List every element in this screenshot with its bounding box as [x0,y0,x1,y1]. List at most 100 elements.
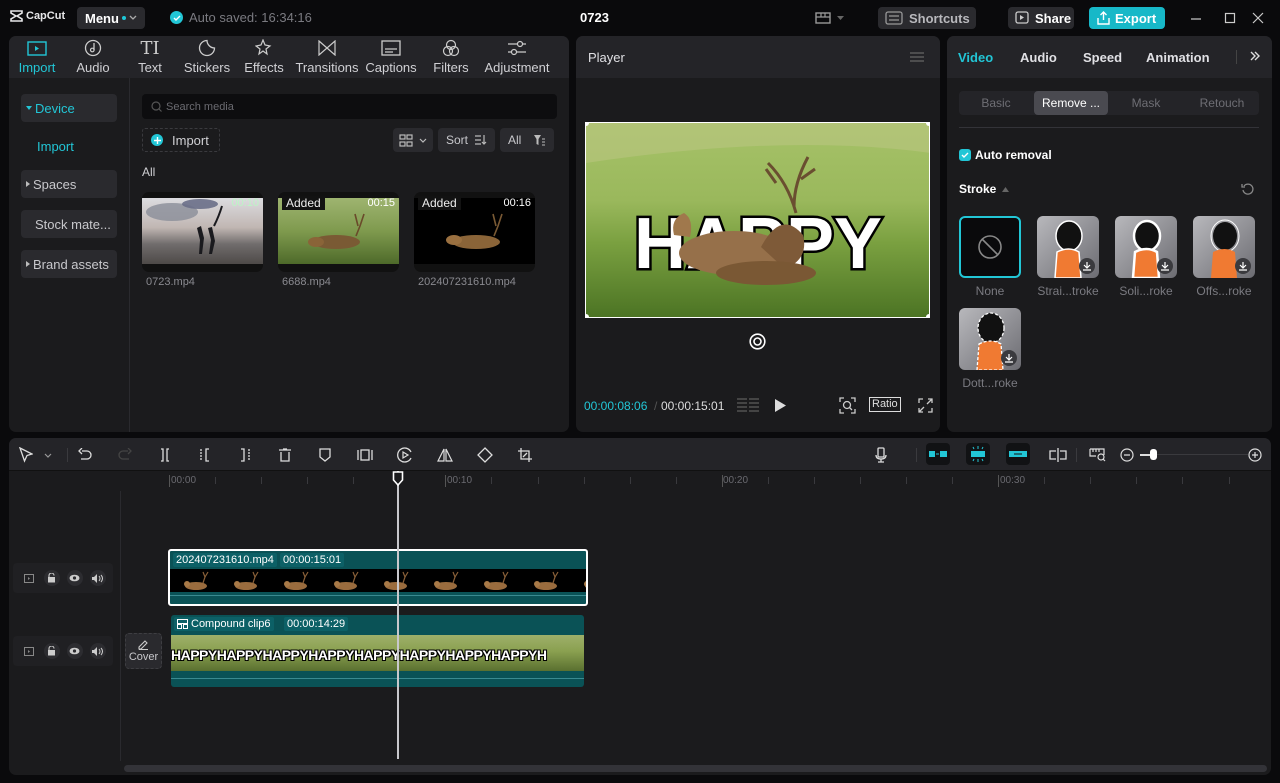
media-item[interactable]: Added 00:16 [414,192,535,272]
close-button[interactable] [1250,10,1266,26]
rotate-clip-icon[interactable] [476,446,494,464]
track-thumbnail-icon[interactable] [21,643,37,659]
hamburger-menu-icon[interactable] [910,52,924,62]
search-media-input[interactable]: Search media [142,94,557,119]
sort-button[interactable]: Sort [438,128,496,152]
video-preview[interactable]: HAPPY [585,122,930,318]
view-mode-button[interactable] [393,128,433,152]
tab-speed[interactable]: Speed [1083,50,1122,65]
tab-text[interactable]: TI Text [121,36,179,76]
undo-icon[interactable] [76,446,94,464]
visibility-eye-icon[interactable] [66,570,83,586]
zoom-in-icon[interactable] [1246,446,1264,464]
mirror-icon[interactable] [436,446,454,464]
menu-button[interactable]: Menu [77,7,145,29]
audio-waveform-line [170,595,586,596]
tab-transitions[interactable]: Transitions [293,36,361,76]
split-icon[interactable] [156,446,174,464]
shortcuts-button[interactable]: Shortcuts [878,7,976,29]
chevron-down-icon[interactable] [39,446,57,464]
sidebar-item-device[interactable]: Device [21,94,117,122]
trim-right-icon[interactable] [236,446,254,464]
zoom-out-icon[interactable] [1118,446,1136,464]
rotate-icon[interactable] [749,333,766,350]
subtab-retouch[interactable]: Retouch [1185,91,1259,115]
freeze-frame-icon[interactable] [356,446,374,464]
minimize-button[interactable] [1188,10,1204,26]
stroke-option-straight[interactable] [1037,216,1099,278]
reverse-play-icon[interactable] [396,446,414,464]
track-header-divider [120,491,121,761]
stroke-option-offset[interactable] [1193,216,1255,278]
compound-clip[interactable]: Compound clip6 00:00:14:29 HAPPYHAPPYHAP… [171,615,584,687]
play-button[interactable] [775,399,786,412]
subtab-remove-background[interactable]: Remove ... [1034,91,1108,115]
volume-icon[interactable] [89,643,106,659]
timeline-ruler[interactable]: 00:00 00:10 00:20 00:30 [121,471,1271,491]
stroke-option-dotted[interactable] [959,308,1021,370]
quality-icon[interactable] [737,398,759,413]
auto-snapping-toggle[interactable] [966,443,990,465]
share-button[interactable]: Share [1008,7,1074,29]
tab-captions[interactable]: Captions [361,36,421,76]
stroke-option-solid[interactable] [1115,216,1177,278]
ratio-button[interactable]: Ratio [869,397,901,412]
fullscreen-icon[interactable] [918,398,933,413]
tab-audio[interactable]: Audio [65,36,121,76]
more-tabs-icon[interactable] [1249,50,1261,62]
track-thumbnail-icon[interactable] [21,570,37,586]
tab-effects[interactable]: Effects [235,36,293,76]
media-item-name: 202407231610.mp4 [418,276,516,288]
lock-icon[interactable] [43,643,60,659]
tab-stickers[interactable]: Stickers [179,36,235,76]
horizontal-scrollbar[interactable] [124,765,1267,772]
tab-audio[interactable]: Audio [1020,50,1057,65]
linkage-toggle[interactable] [1006,443,1030,465]
crop-icon[interactable] [516,446,534,464]
tab-animation[interactable]: Animation [1146,50,1210,65]
delete-icon[interactable] [276,446,294,464]
tab-filters[interactable]: Filters [421,36,481,76]
collapsed-caret-icon [26,181,30,187]
stroke-label: Stroke [959,182,997,196]
tab-label: Transitions [295,60,359,75]
zoom-slider-handle[interactable] [1150,449,1157,460]
auto-removal-checkbox[interactable]: Auto removal [959,148,1052,162]
playhead[interactable] [397,471,399,759]
volume-icon[interactable] [89,570,106,586]
reset-icon[interactable] [1241,182,1255,196]
layout-button[interactable] [815,7,844,29]
cover-button[interactable]: Cover [125,633,162,669]
zoom-fit-icon[interactable] [839,397,856,414]
filter-button[interactable]: All [500,128,555,152]
preview-axis-icon[interactable] [1049,446,1067,464]
trim-left-icon[interactable] [196,446,214,464]
microphone-icon[interactable] [872,446,890,464]
visibility-eye-icon[interactable] [66,643,83,659]
marker-icon[interactable] [316,446,334,464]
export-button[interactable]: Export [1089,7,1165,29]
select-tool-icon[interactable] [17,446,35,464]
playhead-handle[interactable] [392,471,404,486]
stroke-option-none[interactable] [959,216,1021,278]
import-label: Import [172,132,209,148]
sidebar-item-spaces[interactable]: Spaces [21,170,117,198]
zoom-to-fit-icon[interactable] [1089,446,1107,464]
maximize-button[interactable] [1222,10,1238,26]
lock-icon[interactable] [43,570,60,586]
stroke-section-header[interactable]: Stroke [959,182,1010,196]
subtab-basic[interactable]: Basic [959,91,1033,115]
import-button[interactable]: Import [142,128,220,152]
main-track-magnet-toggle[interactable] [926,443,950,465]
tab-video[interactable]: Video [958,50,993,65]
cover-label: Cover [128,651,159,663]
sidebar-item-brand-assets[interactable]: Brand assets [21,250,117,278]
subtab-mask[interactable]: Mask [1109,91,1183,115]
media-item[interactable]: 00:10 [142,192,263,272]
video-clip[interactable]: 202407231610.mp4 00:00:15:01 [168,549,588,606]
sidebar-item-stock[interactable]: Stock mate... [21,210,117,238]
tab-adjustment[interactable]: Adjustment [481,36,553,76]
sidebar-item-import[interactable]: Import [37,139,74,154]
media-item[interactable]: Added 00:15 [278,192,399,272]
tab-import[interactable]: Import [9,36,65,76]
